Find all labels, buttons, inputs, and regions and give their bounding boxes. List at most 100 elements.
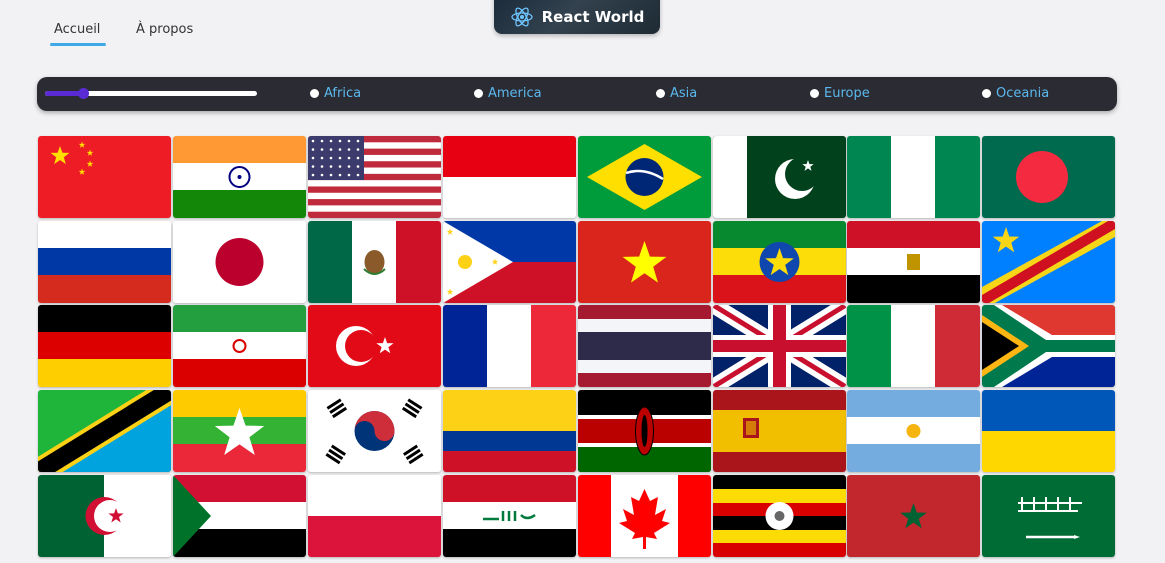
flag-sudan[interactable] [173,475,306,557]
flag-philippines[interactable] [443,221,576,303]
flag-dr-congo[interactable] [982,221,1115,303]
flag-ukraine[interactable] [982,390,1115,472]
flag-iraq[interactable] [443,475,576,557]
flag-poland[interactable] [308,475,441,557]
flag-kenya-icon [578,390,711,472]
region-filter-europe[interactable]: Europe [810,86,870,101]
region-filter-america[interactable]: America [474,86,542,101]
radio-icon[interactable] [810,89,819,98]
tab-about[interactable]: À propos [136,22,193,37]
flag-bangladesh-icon [982,136,1115,218]
flag-vietnam[interactable] [578,221,711,303]
flag-italy[interactable] [847,305,980,387]
flag-india-icon [173,136,306,218]
flag-nigeria-icon [847,136,980,218]
flag-myanmar-icon [173,390,306,472]
flag-egypt-icon [847,221,980,303]
filter-bar: Africa America Asia Europe Oceania [37,77,1117,111]
flag-iran-icon [173,305,306,387]
population-slider[interactable] [45,88,257,99]
flag-south-africa[interactable] [982,305,1115,387]
flag-mexico-icon [308,221,441,303]
flag-saudi-arabia-icon [982,475,1115,557]
region-filter-oceania[interactable]: Oceania [982,86,1049,101]
flag-united-kingdom[interactable] [713,305,846,387]
flag-indonesia[interactable] [443,136,576,218]
flag-united-kingdom-icon [713,305,846,387]
flag-france-icon [443,305,576,387]
flag-south-africa-icon [982,305,1115,387]
region-filter-asia[interactable]: Asia [656,86,697,101]
region-label: Asia [670,86,698,101]
flag-algeria-icon [38,475,171,557]
flag-china[interactable] [38,136,171,218]
flag-spain-icon [713,390,846,472]
flag-morocco[interactable] [847,475,980,557]
flag-pakistan[interactable] [713,136,846,218]
flag-iraq-icon [443,475,576,557]
radio-icon[interactable] [982,89,991,98]
flag-colombia-icon [443,390,576,472]
flag-algeria[interactable] [38,475,171,557]
flag-china-icon [38,136,171,218]
flag-france[interactable] [443,305,576,387]
region-filter-africa[interactable]: Africa [310,86,361,101]
flag-south-korea[interactable] [308,390,441,472]
flag-usa[interactable] [308,136,441,218]
flag-vietnam-icon [578,221,711,303]
active-tab-indicator [50,43,106,46]
radio-icon[interactable] [310,89,319,98]
flag-brazil[interactable] [578,136,711,218]
flag-ethiopia-icon [713,221,846,303]
flag-saudi-arabia[interactable] [982,475,1115,557]
flag-russia[interactable] [38,221,171,303]
flag-tanzania[interactable] [38,390,171,472]
region-label: Oceania [996,86,1050,101]
flag-egypt[interactable] [847,221,980,303]
region-label: Africa [324,86,362,101]
flag-uganda-icon [713,475,846,557]
flag-colombia[interactable] [443,390,576,472]
flag-pakistan-icon [713,136,846,218]
flag-south-korea-icon [308,390,441,472]
flag-bangladesh[interactable] [982,136,1115,218]
region-label: Europe [824,86,870,101]
flag-argentina[interactable] [847,390,980,472]
flag-germany[interactable] [38,305,171,387]
flag-thailand[interactable] [578,305,711,387]
flag-thailand-icon [578,305,711,387]
flag-nigeria[interactable] [847,136,980,218]
react-atom-icon [510,7,533,27]
flag-philippines-icon [443,221,576,303]
region-label: America [488,86,542,101]
flag-japan[interactable] [173,221,306,303]
slider-thumb[interactable] [78,88,90,99]
radio-icon[interactable] [656,89,665,98]
tab-home[interactable]: Accueil [54,22,100,37]
flag-japan-icon [173,221,306,303]
flag-mexico[interactable] [308,221,441,303]
flag-uganda[interactable] [713,475,846,557]
flag-iran[interactable] [173,305,306,387]
flag-india[interactable] [173,136,306,218]
flag-kenya[interactable] [578,390,711,472]
flag-dr-congo-icon [982,221,1115,303]
flag-italy-icon [847,305,980,387]
flag-argentina-icon [847,390,980,472]
flag-turkey-icon [308,305,441,387]
flag-canada-icon [578,475,711,557]
flag-morocco-icon [847,475,980,557]
radio-icon[interactable] [474,89,483,98]
flag-tanzania-icon [38,390,171,472]
flag-germany-icon [38,305,171,387]
brand-title: React World [541,8,645,26]
flag-myanmar[interactable] [173,390,306,472]
flag-spain[interactable] [713,390,846,472]
flag-turkey[interactable] [308,305,441,387]
flag-brazil-icon [578,136,711,218]
brand-logo: React World [494,0,660,34]
flag-russia-icon [38,221,171,303]
flag-ukraine-icon [982,390,1115,472]
flag-ethiopia[interactable] [713,221,846,303]
flag-canada[interactable] [578,475,711,557]
